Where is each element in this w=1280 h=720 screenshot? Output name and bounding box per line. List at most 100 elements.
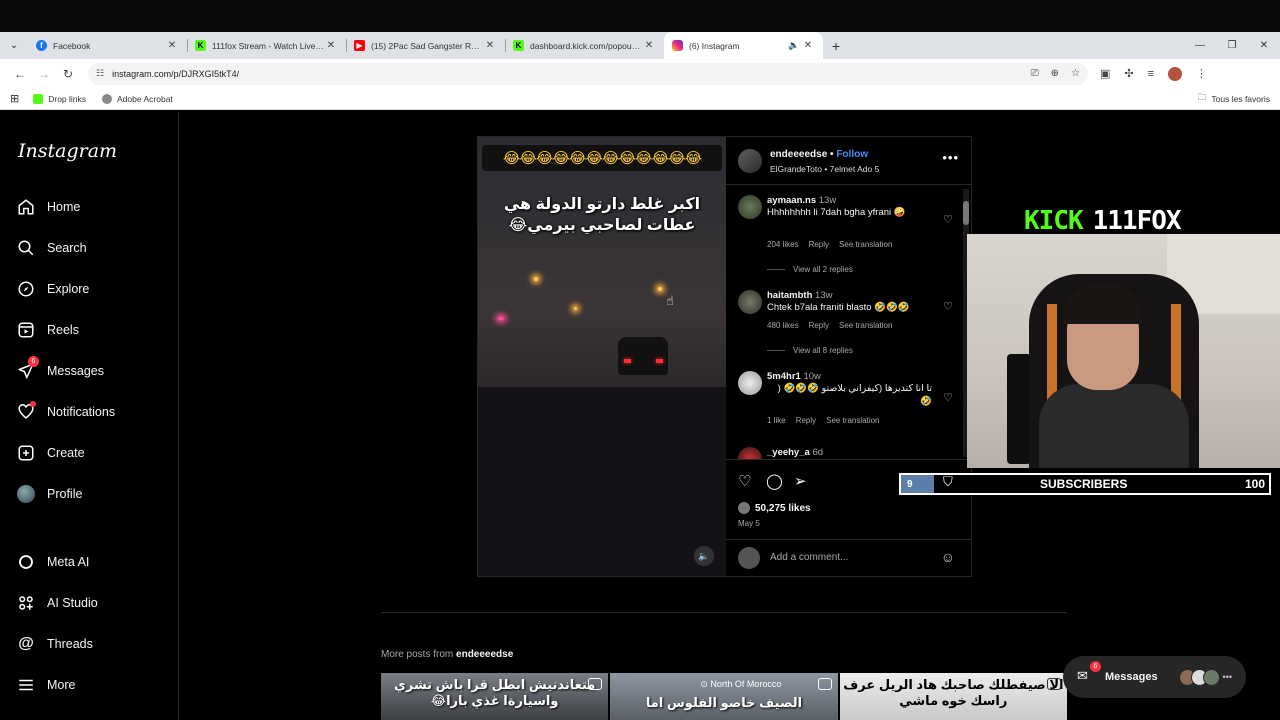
zoom-icon[interactable]: ⊕: [1051, 68, 1059, 79]
comment-likes[interactable]: 480 likes: [767, 321, 799, 330]
commenter-username[interactable]: _yeehy_a: [767, 447, 810, 458]
browser-tab-strip: ⌄ f Facebook ✕ K 111fox Stream - Watch L…: [0, 32, 1280, 59]
site-info-icon[interactable]: ☷: [96, 68, 104, 79]
nav-ai-studio[interactable]: AI Studio: [17, 594, 98, 612]
more-options-icon[interactable]: •••: [942, 150, 959, 165]
new-tab-button[interactable]: +: [823, 32, 849, 59]
minimize-button[interactable]: —: [1184, 40, 1216, 51]
media-control-icon[interactable]: ≡: [1148, 68, 1154, 80]
view-replies-link[interactable]: View all 8 replies: [767, 346, 853, 355]
close-icon[interactable]: ✕: [483, 40, 497, 51]
cast-icon[interactable]: ⎚: [1031, 68, 1039, 79]
bookmark-star-icon[interactable]: ☆: [1071, 68, 1080, 79]
author-avatar[interactable]: [738, 149, 762, 173]
extension-icon[interactable]: ▣: [1100, 67, 1110, 80]
mute-button[interactable]: 🔈: [694, 546, 714, 566]
forward-button[interactable]: →: [32, 67, 56, 81]
tab-facebook[interactable]: f Facebook ✕: [28, 32, 187, 59]
apps-grid-icon[interactable]: ⊞: [10, 92, 19, 105]
instagram-logo[interactable]: Instagram: [18, 140, 117, 162]
comment-icon[interactable]: ◯: [766, 472, 783, 490]
like-comment-icon[interactable]: ♡: [943, 391, 953, 404]
nav-label: Threads: [47, 637, 93, 651]
nav-create[interactable]: Create: [17, 444, 85, 462]
tab-youtube[interactable]: ▶ (15) 2Pac Sad Gangster Rap Mi ✕: [346, 32, 505, 59]
commenter-avatar[interactable]: [738, 371, 762, 395]
comment-likes[interactable]: 204 likes: [767, 240, 799, 249]
author-username[interactable]: endeeeedse: [770, 149, 827, 160]
reels-icon: [17, 321, 35, 339]
reload-button[interactable]: ↻: [56, 67, 80, 81]
nav-search[interactable]: Search: [17, 239, 87, 257]
see-translation-link[interactable]: See translation: [839, 240, 892, 249]
bookmark-adobe-acrobat[interactable]: Adobe Acrobat: [102, 93, 173, 104]
nav-label: Explore: [47, 282, 90, 296]
comment-header: 5m4hr1 10w: [767, 371, 821, 382]
profile-avatar[interactable]: [1168, 66, 1183, 81]
tab-kick-dashboard[interactable]: K dashboard.kick.com/popout/11 ✕: [505, 32, 664, 59]
commenter-avatar[interactable]: [738, 447, 762, 459]
audio-subline[interactable]: ElGrandeToto • 7elmet Ado 5: [770, 164, 879, 174]
tab-instagram[interactable]: (6) Instagram 🔈 ✕: [664, 32, 823, 59]
kebab-menu-icon[interactable]: ⋮: [1196, 67, 1207, 80]
likes-count[interactable]: 50,275 likes: [738, 502, 811, 514]
see-translation-link[interactable]: See translation: [839, 321, 892, 330]
nav-reels[interactable]: Reels: [17, 321, 79, 339]
nav-threads[interactable]: @ Threads: [17, 635, 93, 653]
reply-link[interactable]: Reply: [796, 416, 816, 425]
follow-button[interactable]: Follow: [836, 149, 868, 160]
restore-button[interactable]: ❐: [1216, 40, 1248, 51]
commenter-username[interactable]: haitambth: [767, 290, 812, 301]
more-posts-username[interactable]: endeeeedse: [456, 649, 513, 660]
comment-likes[interactable]: 1 like: [767, 416, 786, 425]
commenter-avatar[interactable]: [738, 195, 762, 219]
reply-link[interactable]: Reply: [809, 321, 829, 330]
tab-111fox-stream[interactable]: K 111fox Stream - Watch Live on ✕: [187, 32, 346, 59]
post-video[interactable]: 😂😂😂😂😂😂😂😂😂😂😂😂 اكبر غلط دارتو الدولة هي عط…: [478, 137, 726, 576]
kick-word: KICK: [1024, 206, 1084, 236]
commenter-username[interactable]: aymaan.ns: [767, 195, 816, 206]
like-icon[interactable]: ♡: [738, 472, 751, 490]
post-thumbnail[interactable]: متعاندنيش ابطل قرا باش تشري واسيارةا غذي…: [381, 673, 609, 720]
close-icon[interactable]: ✕: [324, 40, 338, 51]
search-icon: [17, 239, 35, 257]
post-thumbnail[interactable]: الا صيفطلك صاحبك هاد الريل عرف راسك خوه …: [839, 673, 1067, 720]
close-window-button[interactable]: ✕: [1248, 40, 1280, 51]
speaker-icon[interactable]: 🔈: [787, 40, 801, 51]
extensions-puzzle-icon[interactable]: ✣: [1124, 67, 1133, 80]
tab-title: (6) Instagram: [689, 40, 740, 51]
nav-messages[interactable]: 6 Messages: [17, 356, 104, 380]
close-icon[interactable]: ✕: [642, 40, 656, 51]
back-button[interactable]: ←: [8, 67, 32, 81]
add-comment-input[interactable]: Add a comment...: [770, 552, 848, 563]
like-comment-icon[interactable]: ♡: [943, 300, 953, 313]
share-icon[interactable]: ➢: [794, 472, 807, 490]
all-bookmarks[interactable]: 🗀 Tous les favoris: [1198, 92, 1270, 106]
close-icon[interactable]: ✕: [801, 40, 815, 51]
nav-profile[interactable]: Profile: [17, 485, 82, 503]
video-caption-line: اكبر غلط دارتو الدولة هي: [503, 196, 701, 213]
commenter-avatar[interactable]: [738, 290, 762, 314]
url-bar[interactable]: ☷ instagram.com/p/DJRXGI5tkT4/ ⎚ ⊕ ☆: [88, 62, 1088, 85]
tail-light: [624, 359, 631, 363]
see-translation-link[interactable]: See translation: [826, 416, 879, 425]
commenter-username[interactable]: 5m4hr1: [767, 371, 801, 382]
view-replies-link[interactable]: View all 2 replies: [767, 265, 853, 274]
nav-home[interactable]: Home: [17, 198, 80, 216]
more-posts-heading: More posts from endeeeedse: [381, 649, 513, 660]
post-thumbnail[interactable]: ⊙ North Of Morocco الصيف خاصو الفلوس اما: [610, 673, 838, 720]
reply-link[interactable]: Reply: [809, 240, 829, 249]
nav-notifications[interactable]: Notifications: [17, 401, 115, 421]
emoji-icon[interactable]: ☺: [941, 549, 955, 565]
messages-floating-button[interactable]: ✉ 6 Messages •••: [1063, 656, 1246, 698]
bookmark-drop-links[interactable]: Drop links: [33, 93, 86, 104]
scrollbar-thumb[interactable]: [963, 201, 969, 225]
save-bookmark-icon[interactable]: ⛉: [943, 474, 953, 490]
tab-search-button[interactable]: ⌄: [0, 32, 28, 59]
nav-explore[interactable]: Explore: [17, 280, 89, 298]
close-icon[interactable]: ✕: [165, 40, 179, 51]
nav-more[interactable]: More: [17, 676, 75, 694]
nav-meta-ai[interactable]: Meta AI: [17, 553, 89, 571]
reel-icon: [1046, 678, 1061, 690]
like-comment-icon[interactable]: ♡: [943, 213, 953, 226]
